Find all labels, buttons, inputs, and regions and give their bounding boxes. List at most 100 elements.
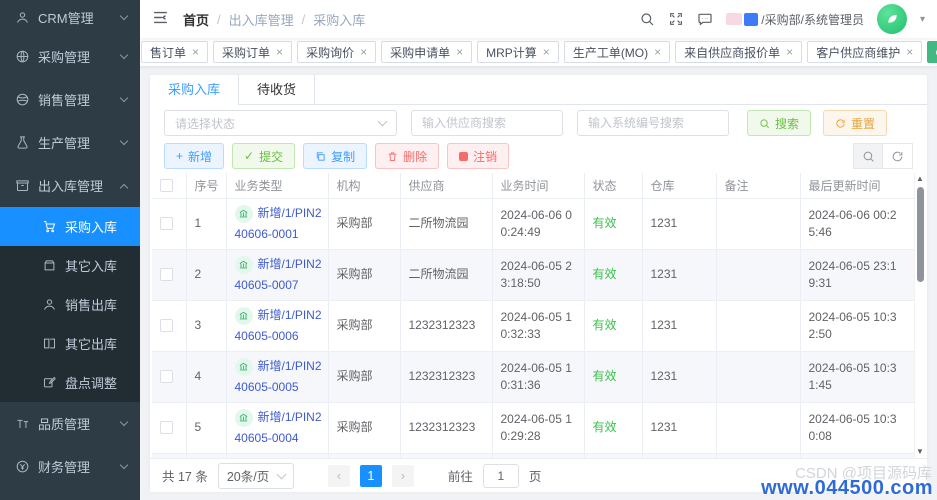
- sidebar-item-inventory[interactable]: 出入库管理: [0, 164, 140, 207]
- close-icon[interactable]: ×: [192, 46, 199, 58]
- row-checkbox[interactable]: [160, 319, 173, 333]
- doc-link[interactable]: 新增/1/PIN2: [234, 204, 322, 223]
- chevron-down-icon: [119, 417, 129, 427]
- scroll-down-icon[interactable]: ▼: [916, 446, 924, 458]
- select-all-checkbox[interactable]: [160, 179, 173, 193]
- sysno-search-input[interactable]: [577, 110, 729, 136]
- doc-link[interactable]: 新增/1/PIN2: [234, 408, 322, 427]
- status-badge: 有效: [592, 267, 617, 281]
- goto-page-input[interactable]: [482, 463, 519, 488]
- table-row[interactable]: 5 新增/1/PIN2 40605-0004 采购部 1232312323 202…: [152, 402, 914, 454]
- sidebar-item-other-outbound[interactable]: 其它出库: [0, 324, 140, 363]
- doc-number[interactable]: 40605-0005: [235, 379, 320, 396]
- close-icon[interactable]: ×: [906, 46, 913, 58]
- sidebar-item-partial[interactable]: [0, 488, 140, 500]
- close-icon[interactable]: ×: [276, 46, 283, 58]
- table-row[interactable]: 6 新增/1/PIN240605-0003 采购部 二所物流园 2024-06-…: [152, 453, 914, 458]
- table-refresh-icon-button[interactable]: [883, 143, 913, 169]
- tag-tab-mrp[interactable]: MRP计算 ×: [477, 41, 559, 63]
- total-count-label: 共 17 条: [162, 470, 208, 484]
- tag-tab-sales-order[interactable]: 售订单 ×: [141, 41, 209, 63]
- close-icon[interactable]: ×: [786, 46, 793, 58]
- search-icon[interactable]: [639, 11, 655, 27]
- close-icon[interactable]: ×: [456, 46, 463, 58]
- tag-tab-mo[interactable]: 生产工单(MO) ×: [563, 41, 671, 63]
- sidebar-item-finance[interactable]: 财务管理: [0, 445, 140, 488]
- breadcrumb: 首页 / 出入库管理 / 采购入库: [183, 10, 366, 29]
- sidebar-item-crm[interactable]: CRM管理: [0, 0, 140, 35]
- collapse-menu-icon[interactable]: [152, 9, 169, 29]
- doc-type-icon: [234, 408, 253, 427]
- doc-number[interactable]: 40606-0001: [235, 226, 320, 243]
- status-badge: 有效: [592, 318, 617, 332]
- sidebar-item-sales[interactable]: 销售管理: [0, 78, 140, 121]
- tab-purchase-inbound[interactable]: 采购入库: [150, 75, 240, 105]
- navbar: 首页 / 出入库管理 / 采购入库 /采购部/系统管理员 ▾: [140, 0, 937, 38]
- close-icon[interactable]: ×: [543, 46, 550, 58]
- fullscreen-icon[interactable]: [668, 11, 684, 27]
- doc-number[interactable]: 40605-0007: [235, 277, 320, 294]
- search-button[interactable]: 搜索: [747, 110, 812, 136]
- table-scrollbar[interactable]: ▲ ▼: [914, 173, 925, 458]
- sidebar-item-purchase[interactable]: 采购管理: [0, 35, 140, 78]
- panel-tabs: 采购入库 待收货: [150, 75, 927, 105]
- submit-button[interactable]: ✓ 提交: [232, 143, 296, 169]
- tag-tab-purchase-request[interactable]: 采购申请单 ×: [381, 41, 473, 63]
- sidebar-item-quality[interactable]: 品质管理: [0, 402, 140, 445]
- tag-tab-purchase-order[interactable]: 采购订单 ×: [213, 41, 293, 63]
- doc-link[interactable]: 新增/1/PIN2: [234, 357, 322, 376]
- sidebar-item-other-inbound[interactable]: 其它入库: [0, 246, 140, 285]
- goto-label: 前往: [447, 470, 473, 484]
- prev-page-button[interactable]: ‹: [327, 464, 350, 487]
- row-checkbox[interactable]: [160, 421, 173, 435]
- current-page-button[interactable]: 1: [359, 464, 382, 487]
- row-checkbox[interactable]: [160, 268, 173, 282]
- table-row[interactable]: 1 新增/1/PIN2 40606-0001 采购部 二所物流园 2024-06-…: [152, 198, 914, 250]
- caret-down-icon[interactable]: ▾: [920, 14, 925, 25]
- doc-number[interactable]: 40605-0004: [235, 430, 320, 447]
- sidebar-item-label: CRM管理: [38, 11, 94, 26]
- main-content: 采购入库 待收货 请选择状态 搜索 重置: [140, 68, 937, 500]
- sidebar-item-production[interactable]: 生产管理: [0, 121, 140, 164]
- scroll-up-icon[interactable]: ▲: [916, 173, 924, 185]
- tab-pending-receipt[interactable]: 待收货: [239, 75, 316, 104]
- sidebar-item-purchase-inbound[interactable]: 采购入库: [0, 207, 140, 246]
- supplier-search-input[interactable]: [411, 110, 563, 136]
- row-checkbox[interactable]: [160, 370, 173, 384]
- avatar[interactable]: [876, 4, 907, 34]
- cancel-button[interactable]: 注销: [447, 143, 510, 169]
- user-info[interactable]: /采购部/系统管理员: [726, 11, 864, 28]
- sidebar-item-stocktake[interactable]: 盘点调整: [0, 363, 140, 402]
- table-row[interactable]: 4 新增/1/PIN2 40605-0005 采购部 1232312323 202…: [152, 351, 914, 403]
- close-icon[interactable]: ×: [360, 46, 367, 58]
- doc-link[interactable]: 新增/1/PIN2: [234, 306, 322, 325]
- breadcrumb-home[interactable]: 首页: [183, 10, 209, 29]
- row-checkbox[interactable]: [160, 217, 173, 231]
- reset-button[interactable]: 重置: [823, 110, 888, 136]
- page-size-select[interactable]: 20条/页: [217, 462, 294, 489]
- status-badge: 有效: [592, 420, 617, 434]
- sidebar-item-label: 品质管理: [38, 417, 91, 432]
- table-row[interactable]: 2 新增/1/PIN2 40605-0007 采购部 二所物流园 2024-06-…: [152, 249, 914, 301]
- close-icon[interactable]: ×: [654, 46, 661, 58]
- copy-button[interactable]: 复制: [303, 143, 368, 169]
- status-select[interactable]: 请选择状态: [164, 110, 397, 136]
- table-row[interactable]: 3 新增/1/PIN2 40605-0006 采购部 1232312323 202…: [152, 300, 914, 352]
- add-button[interactable]: + 新增: [164, 143, 225, 169]
- doc-link[interactable]: 新增/1/PIN2: [234, 255, 322, 274]
- doc-type-icon: [234, 357, 253, 376]
- next-page-button[interactable]: ›: [391, 464, 414, 487]
- table-search-icon-button[interactable]: [853, 143, 883, 169]
- delete-button[interactable]: 删除: [375, 143, 440, 169]
- tag-tab-customer-supplier[interactable]: 客户供应商维护 ×: [807, 41, 923, 63]
- tag-tab-purchase-inquiry[interactable]: 采购询价 ×: [297, 41, 377, 63]
- tag-tab-purchase-inbound[interactable]: 采购入库×: [927, 41, 937, 63]
- tag-tab-supplier-quote[interactable]: 来自供应商报价单 ×: [675, 41, 803, 63]
- doc-number[interactable]: 40605-0006: [235, 328, 320, 345]
- message-icon[interactable]: [697, 11, 713, 27]
- scrollbar-thumb[interactable]: [916, 187, 924, 282]
- finance-icon: [16, 460, 29, 473]
- sidebar-item-sales-outbound[interactable]: 销售出库: [0, 285, 140, 324]
- breadcrumb-module[interactable]: 出入库管理: [229, 10, 294, 29]
- sidebar-item-label: 采购管理: [38, 50, 91, 65]
